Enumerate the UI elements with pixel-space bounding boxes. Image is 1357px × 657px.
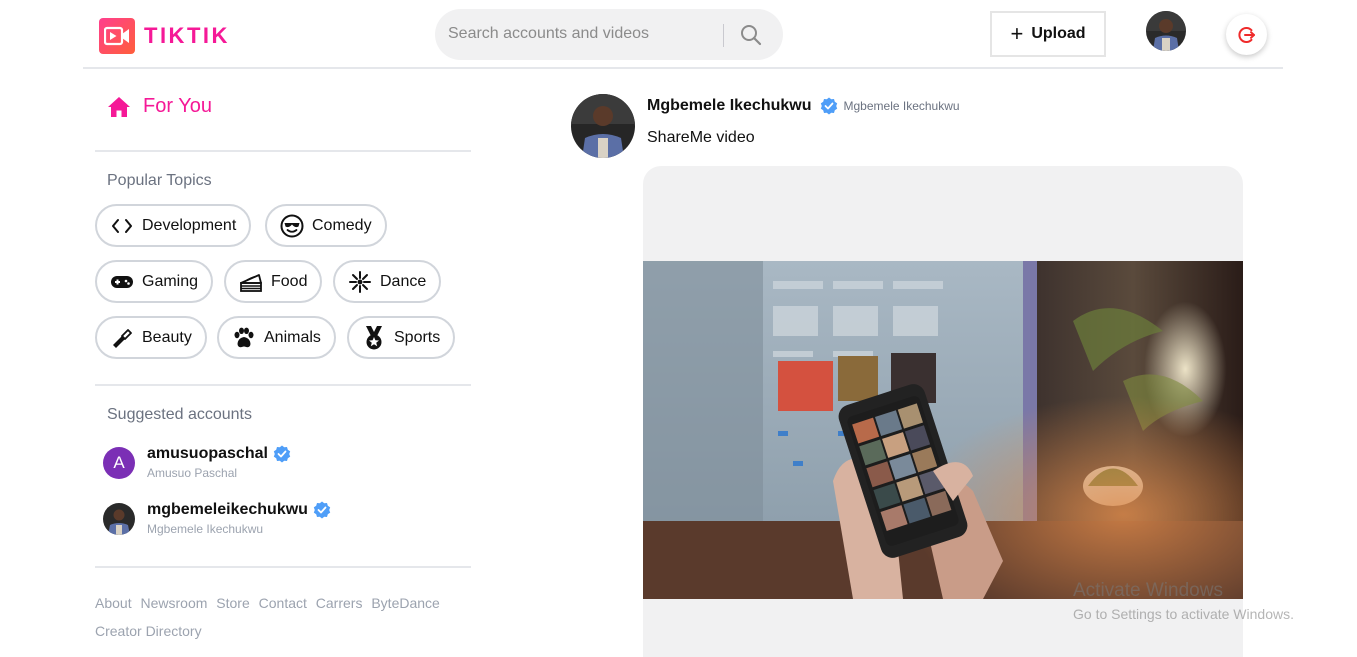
topic-development[interactable]: Development bbox=[95, 204, 252, 247]
cake-icon bbox=[239, 270, 263, 294]
top-navbar: TIKTIK + Upload bbox=[83, 0, 1283, 69]
logout-icon bbox=[1237, 26, 1255, 43]
avatar bbox=[103, 503, 135, 535]
verified-badge-icon bbox=[820, 97, 838, 115]
suggested-accounts-heading: Suggested accounts bbox=[107, 406, 252, 423]
search-icon bbox=[741, 25, 762, 46]
search-bar bbox=[435, 9, 783, 60]
for-you-label: For You bbox=[143, 95, 212, 117]
account-handle: amusuopaschal bbox=[147, 445, 268, 462]
topic-label: Animals bbox=[264, 328, 321, 346]
footer-links: About Newsroom Store Contact Carrers Byt… bbox=[95, 589, 455, 645]
account-name: Mgbemele Ikechukwu bbox=[147, 522, 264, 536]
sidebar-divider bbox=[95, 566, 471, 568]
post-author[interactable]: Mgbemele Ikechukwu Mgbemele Ikechukwu bbox=[647, 97, 960, 115]
topic-label: Comedy bbox=[312, 216, 372, 234]
account-text: amusuopaschal Amusuo Paschal bbox=[147, 445, 291, 480]
topic-beauty[interactable]: Beauty bbox=[95, 316, 207, 359]
cool-face-icon bbox=[280, 214, 304, 238]
upload-button[interactable]: + Upload bbox=[990, 11, 1106, 57]
profile-avatar[interactable] bbox=[1146, 11, 1186, 51]
post-author-avatar[interactable] bbox=[571, 94, 635, 158]
topic-animals[interactable]: Animals bbox=[217, 316, 336, 359]
popular-topics-heading: Popular Topics bbox=[107, 172, 212, 189]
account-text: mgbemeleikechukwu Mgbemele Ikechukwu bbox=[147, 501, 331, 536]
for-you-link[interactable]: For You bbox=[107, 95, 212, 118]
suggested-account[interactable]: A amusuopaschal Amusuo Paschal bbox=[103, 445, 291, 480]
footer-link-bytedance[interactable]: ByteDance bbox=[371, 589, 439, 617]
gamepad-icon bbox=[110, 270, 134, 294]
post-caption: ShareMe video bbox=[647, 129, 755, 146]
code-icon bbox=[110, 214, 134, 238]
video-card bbox=[643, 166, 1243, 657]
sidebar-divider bbox=[95, 384, 471, 386]
logout-button[interactable] bbox=[1226, 14, 1267, 55]
topic-label: Development bbox=[142, 216, 237, 234]
account-handle-row: mgbemeleikechukwu bbox=[147, 501, 331, 519]
post-author-name: Mgbemele Ikechukwu bbox=[647, 97, 812, 114]
footer-link-carrers[interactable]: Carrers bbox=[316, 589, 363, 617]
lipstick-icon bbox=[110, 326, 134, 350]
topic-comedy[interactable]: Comedy bbox=[265, 204, 387, 247]
topic-label: Dance bbox=[380, 272, 427, 290]
medal-icon bbox=[362, 325, 386, 350]
footer-link-store[interactable]: Store bbox=[216, 589, 249, 617]
account-name: Amusuo Paschal bbox=[147, 466, 238, 480]
footer-link-contact[interactable]: Contact bbox=[259, 589, 307, 617]
topic-label: Sports bbox=[394, 328, 441, 346]
account-handle: mgbemeleikechukwu bbox=[147, 501, 308, 518]
dance-burst-icon bbox=[348, 270, 372, 294]
search-divider bbox=[723, 24, 724, 47]
logo-play-icon bbox=[99, 18, 135, 54]
logo-text: TIKTIK bbox=[144, 23, 230, 48]
avatar: A bbox=[103, 447, 135, 479]
tiktik-logo[interactable]: TIKTIK bbox=[99, 18, 230, 54]
upload-label: Upload bbox=[1031, 25, 1086, 42]
plus-icon: + bbox=[1010, 21, 1024, 46]
suggested-account[interactable]: mgbemeleikechukwu Mgbemele Ikechukwu bbox=[103, 501, 331, 536]
footer-link-about[interactable]: About bbox=[95, 589, 132, 617]
verified-badge-icon bbox=[273, 445, 291, 463]
footer-link-newsroom[interactable]: Newsroom bbox=[140, 589, 207, 617]
topic-gaming[interactable]: Gaming bbox=[95, 260, 214, 303]
account-handle-row: amusuopaschal bbox=[147, 445, 291, 463]
topic-label: Gaming bbox=[142, 272, 199, 290]
verified-badge-icon bbox=[313, 501, 331, 519]
topic-dance[interactable]: Dance bbox=[333, 260, 442, 303]
topic-sports[interactable]: Sports bbox=[347, 316, 456, 359]
sidebar-divider bbox=[95, 150, 471, 152]
search-button[interactable] bbox=[735, 21, 767, 49]
sidebar: For You Popular Topics Development Comed… bbox=[95, 69, 471, 657]
topic-food[interactable]: Food bbox=[224, 260, 323, 303]
video-thumbnail bbox=[643, 261, 1243, 599]
post-author-username: Mgbemele Ikechukwu bbox=[843, 99, 960, 113]
paw-icon bbox=[232, 326, 256, 350]
home-icon bbox=[108, 96, 130, 117]
video-player[interactable] bbox=[643, 261, 1243, 599]
search-input[interactable] bbox=[448, 22, 718, 46]
topic-label: Food bbox=[271, 272, 308, 290]
footer-link-creator-directory[interactable]: Creator Directory bbox=[95, 617, 202, 645]
topic-label: Beauty bbox=[142, 328, 192, 346]
